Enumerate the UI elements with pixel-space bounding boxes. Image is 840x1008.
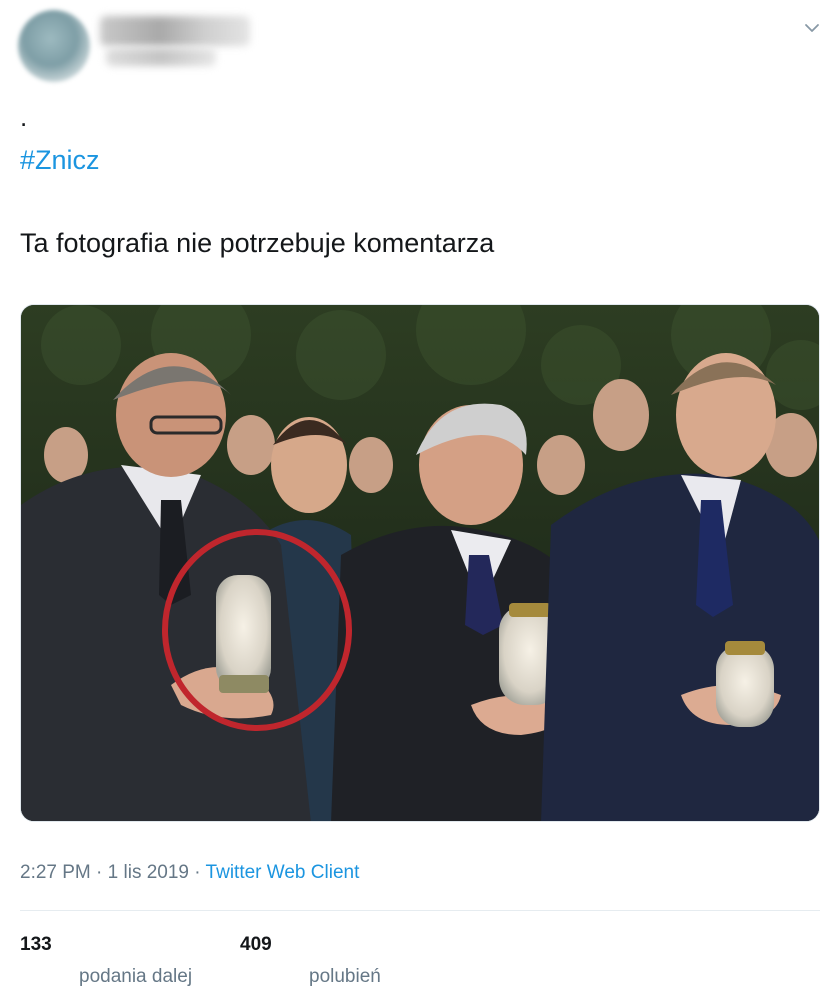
meta-separator: · — [96, 862, 103, 883]
retweets-label: podania dalej — [79, 966, 193, 987]
tweet-text: Ta fotografia nie potrzebuje komentarza — [20, 228, 495, 258]
tweet-header — [0, 0, 840, 90]
meta-separator: · — [194, 862, 201, 883]
author-handle-redacted — [106, 48, 216, 66]
tweet-time[interactable]: 2:27 PM — [20, 862, 91, 883]
divider — [20, 910, 820, 911]
likes-count: 409 — [240, 934, 272, 955]
author-name-redacted[interactable] — [100, 16, 250, 46]
chevron-down-icon[interactable] — [802, 18, 822, 38]
tweet-photo[interactable] — [20, 304, 820, 822]
avatar[interactable] — [18, 10, 90, 82]
hashtag-link[interactable]: #Znicz — [20, 145, 100, 176]
likes-stat[interactable]: 409 polubień — [240, 934, 381, 988]
retweets-stat[interactable]: 133 podania dalej — [20, 934, 192, 988]
tweet-timestamp-line: 2:27 PM · 1 lis 2019 · Twitter Web Clien… — [20, 862, 359, 884]
client-link[interactable]: Twitter Web Client — [206, 862, 360, 883]
tweet-dot: . — [20, 102, 28, 132]
retweets-count: 133 — [20, 934, 52, 955]
likes-label: polubień — [309, 966, 381, 987]
tweet-date[interactable]: 1 lis 2019 — [108, 862, 189, 883]
